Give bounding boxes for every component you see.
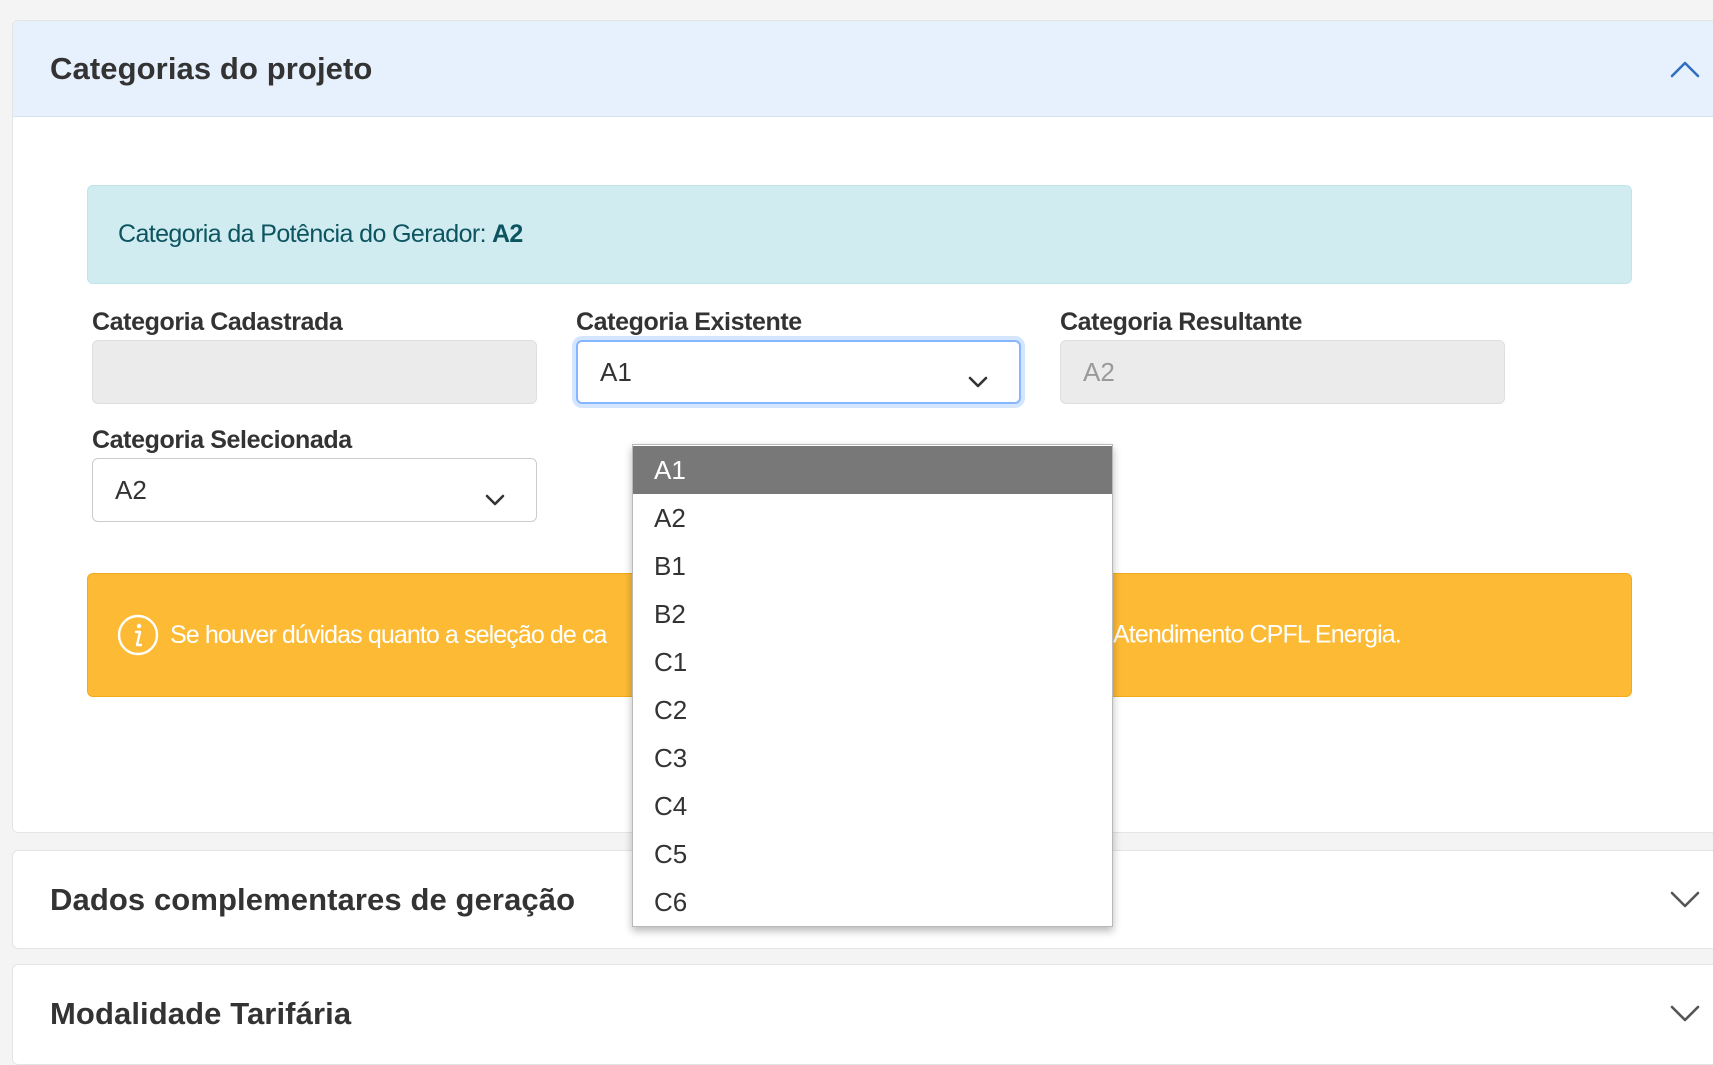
section-title: Categorias do projeto bbox=[50, 50, 373, 86]
section-title: Modalidade Tarifária bbox=[50, 996, 352, 1031]
dropdown-option-c1[interactable]: C1 bbox=[633, 638, 1112, 686]
info-banner-value: A2 bbox=[491, 220, 523, 248]
top-strip bbox=[0, 0, 1713, 4]
chevron-down-icon[interactable] bbox=[1667, 888, 1703, 912]
select-value: A1 bbox=[600, 356, 632, 387]
warning-text-end: Atendimento CPFL Energia. bbox=[1113, 620, 1402, 649]
section-header-categorias[interactable]: Categorias do projeto bbox=[13, 21, 1713, 117]
label-categoria-existente: Categoria Existente bbox=[576, 308, 802, 336]
section-modalidade-tarifaria: Modalidade Tarifária bbox=[12, 964, 1713, 1065]
dropdown-option-c6[interactable]: C6 bbox=[633, 878, 1112, 926]
dropdown-list-categoria-existente: A1 A2 B1 B2 C1 C2 C3 C4 C5 C6 bbox=[632, 444, 1113, 927]
field-categoria-resultante: A2 bbox=[1060, 340, 1505, 404]
chevron-down-icon[interactable] bbox=[1667, 1002, 1703, 1026]
dropdown-option-b1[interactable]: B1 bbox=[633, 542, 1112, 590]
field-categoria-cadastrada bbox=[92, 340, 537, 404]
dropdown-option-a1[interactable]: A1 bbox=[633, 446, 1112, 494]
info-circle-icon bbox=[116, 613, 160, 657]
chevron-up-icon[interactable] bbox=[1667, 57, 1703, 81]
chevron-down-icon bbox=[967, 365, 989, 388]
select-value: A2 bbox=[115, 474, 147, 505]
label-categoria-cadastrada: Categoria Cadastrada bbox=[92, 308, 343, 336]
dropdown-option-c2[interactable]: C2 bbox=[633, 686, 1112, 734]
label-categoria-resultante: Categoria Resultante bbox=[1060, 308, 1303, 336]
section-header-modalidade-tarifaria[interactable]: Modalidade Tarifária bbox=[13, 965, 1713, 1063]
select-categoria-selecionada[interactable]: A2 bbox=[92, 458, 537, 522]
section-title: Dados complementares de geração bbox=[50, 881, 576, 917]
label-categoria-selecionada: Categoria Selecionada bbox=[92, 426, 352, 454]
select-categoria-existente[interactable]: A1 bbox=[576, 340, 1021, 404]
dropdown-option-b2[interactable]: B2 bbox=[633, 590, 1112, 638]
info-banner-potencia: Categoria da Potência do Gerador: A2 bbox=[87, 185, 1632, 284]
dropdown-option-c4[interactable]: C4 bbox=[633, 782, 1112, 830]
dropdown-option-c3[interactable]: C3 bbox=[633, 734, 1112, 782]
dropdown-option-c5[interactable]: C5 bbox=[633, 830, 1112, 878]
info-banner-text: Categoria da Potência do Gerador: bbox=[118, 220, 487, 248]
warning-text-start: Se houver dúvidas quanto a seleção de ca bbox=[170, 620, 607, 649]
chevron-down-icon bbox=[484, 483, 506, 506]
dropdown-option-a2[interactable]: A2 bbox=[633, 494, 1112, 542]
